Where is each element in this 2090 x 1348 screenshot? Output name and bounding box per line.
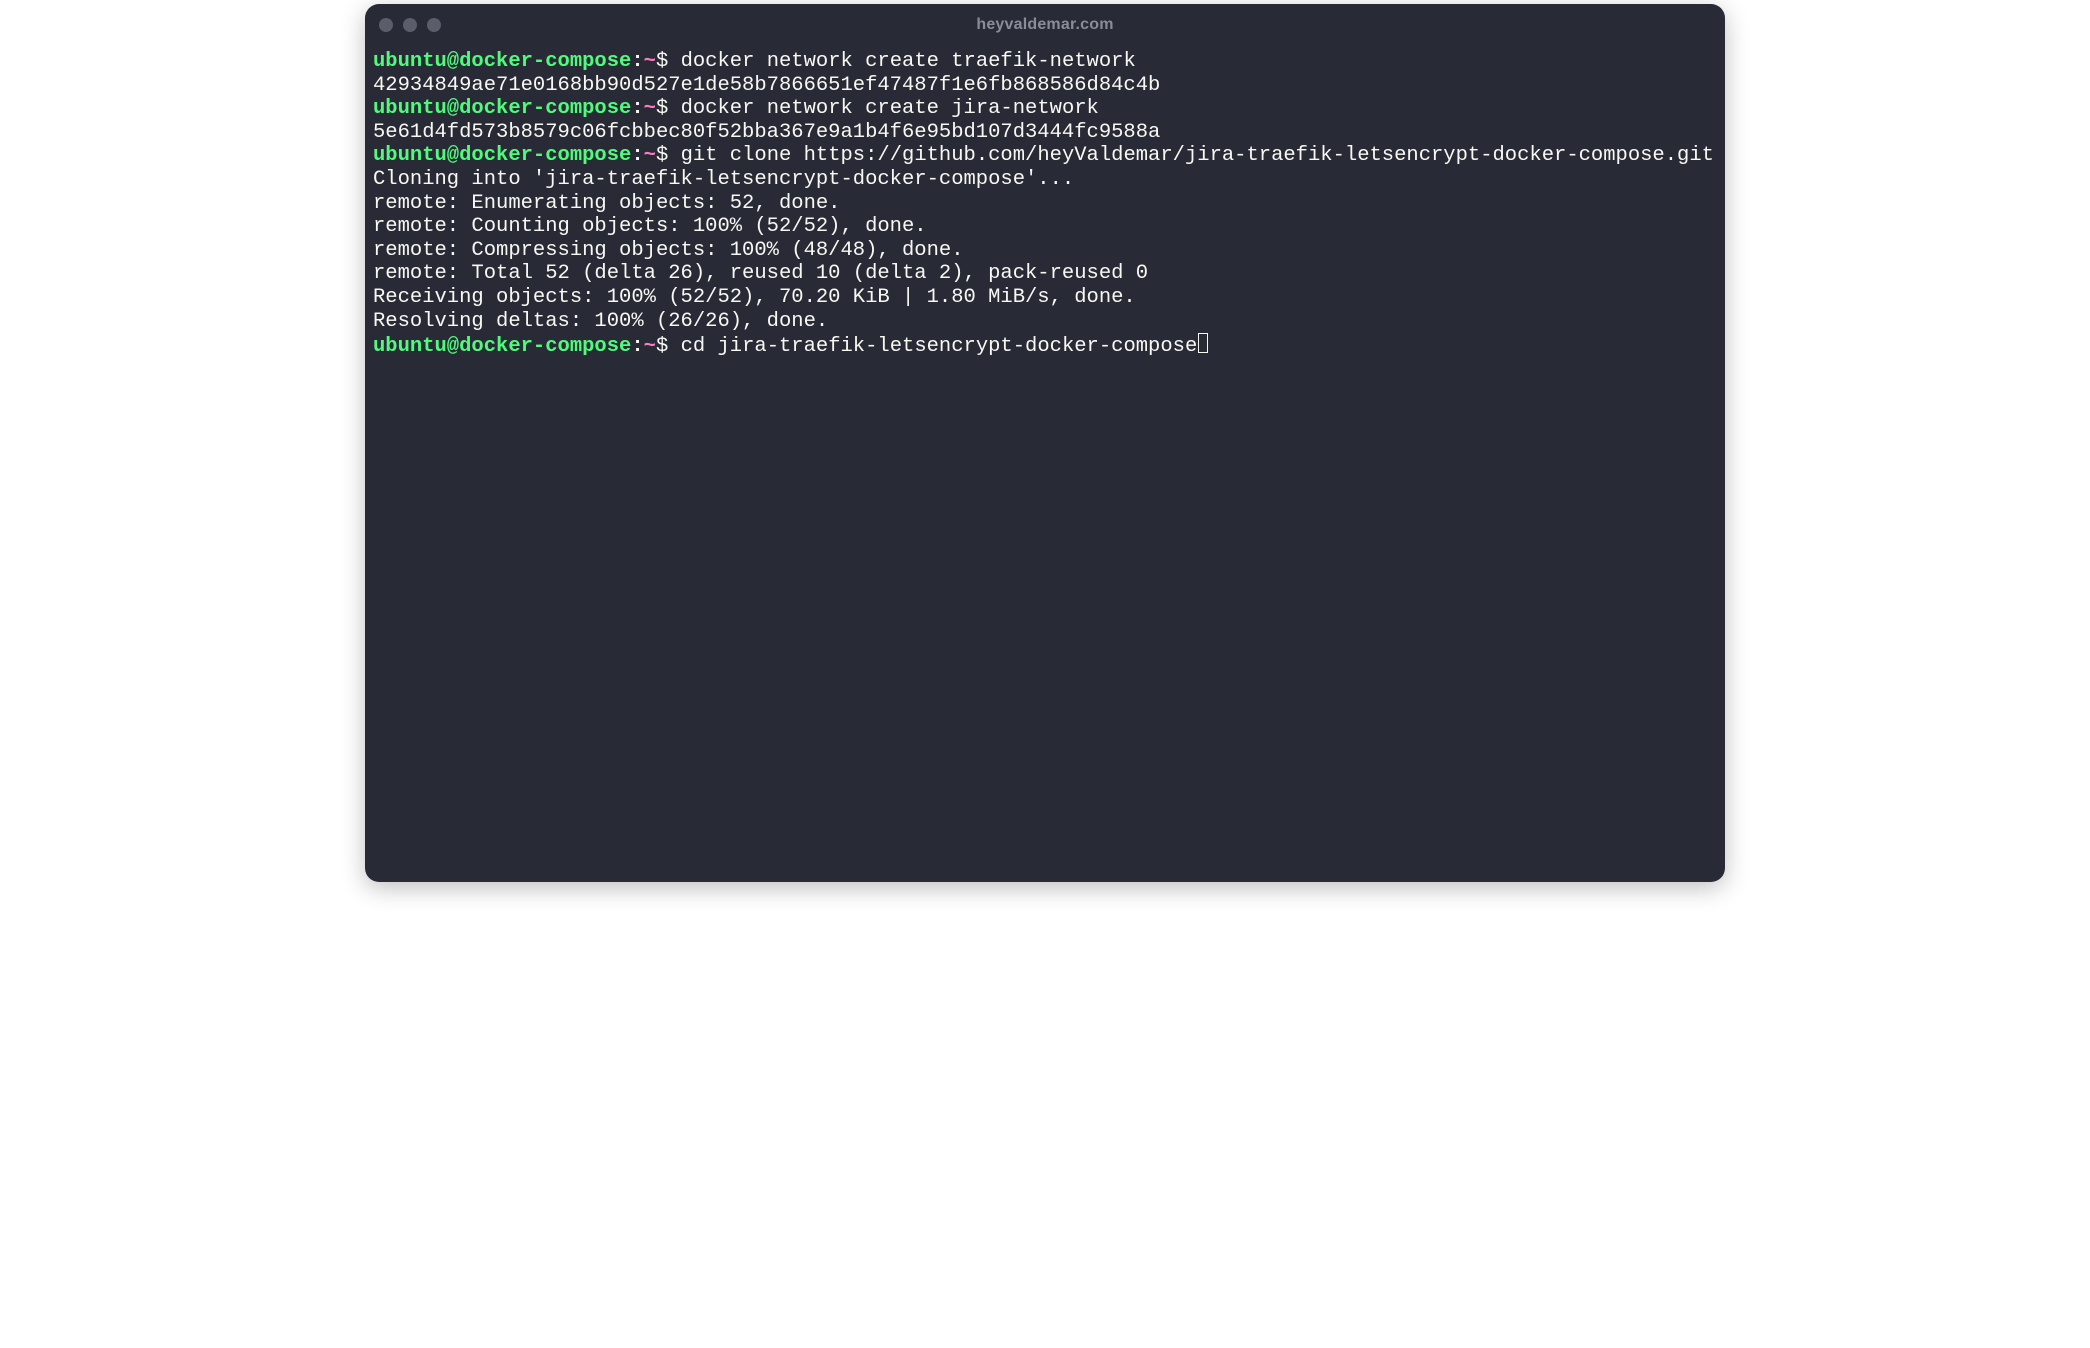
prompt-colon: : (631, 144, 643, 167)
titlebar: heyvaldemar.com (365, 4, 1725, 46)
terminal-window: heyvaldemar.com ubuntu@docker-compose:~$… (365, 4, 1725, 882)
terminal-line: 42934849ae71e0168bb90d527e1de58b7866651e… (373, 74, 1717, 98)
close-icon[interactable] (379, 18, 393, 32)
terminal-line: ubuntu@docker-compose:~$ docker network … (373, 97, 1717, 121)
output-text: remote: Counting objects: 100% (52/52), … (373, 215, 927, 238)
terminal-line: Receiving objects: 100% (52/52), 70.20 K… (373, 286, 1717, 310)
prompt-colon: : (631, 335, 643, 358)
prompt-cwd: ~ (644, 335, 656, 358)
window-title: heyvaldemar.com (365, 16, 1725, 34)
prompt-symbol: $ (656, 50, 681, 73)
prompt-cwd: ~ (644, 144, 656, 167)
terminal-body[interactable]: ubuntu@docker-compose:~$ docker network … (365, 46, 1725, 882)
prompt-user-host: ubuntu@docker-compose (373, 50, 631, 73)
terminal-line: ubuntu@docker-compose:~$ cd jira-traefik… (373, 333, 1717, 359)
output-text: Receiving objects: 100% (52/52), 70.20 K… (373, 286, 1136, 309)
prompt-user-host: ubuntu@docker-compose (373, 335, 631, 358)
output-text: remote: Total 52 (delta 26), reused 10 (… (373, 262, 1148, 285)
minimize-icon[interactable] (403, 18, 417, 32)
prompt-symbol: $ (656, 144, 681, 167)
terminal-line: ubuntu@docker-compose:~$ git clone https… (373, 144, 1717, 168)
prompt-symbol: $ (656, 97, 681, 120)
command-text: docker network create jira-network (681, 97, 1099, 120)
terminal-line: ubuntu@docker-compose:~$ docker network … (373, 50, 1717, 74)
terminal-line: Resolving deltas: 100% (26/26), done. (373, 310, 1717, 334)
terminal-line: 5e61d4fd573b8579c06fcbbec80f52bba367e9a1… (373, 121, 1717, 145)
output-text: 5e61d4fd573b8579c06fcbbec80f52bba367e9a1… (373, 121, 1160, 144)
cursor-icon (1198, 333, 1208, 353)
terminal-line: remote: Compressing objects: 100% (48/48… (373, 239, 1717, 263)
terminal-line: remote: Counting objects: 100% (52/52), … (373, 215, 1717, 239)
output-text: 42934849ae71e0168bb90d527e1de58b7866651e… (373, 74, 1160, 97)
prompt-user-host: ubuntu@docker-compose (373, 144, 631, 167)
prompt-user-host: ubuntu@docker-compose (373, 97, 631, 120)
terminal-line: Cloning into 'jira-traefik-letsencrypt-d… (373, 168, 1717, 192)
command-text: git clone https://github.com/heyValdemar… (681, 144, 1714, 167)
prompt-symbol: $ (656, 335, 681, 358)
output-text: remote: Compressing objects: 100% (48/48… (373, 239, 964, 262)
command-text: docker network create traefik-network (681, 50, 1136, 73)
prompt-colon: : (631, 50, 643, 73)
maximize-icon[interactable] (427, 18, 441, 32)
terminal-line: remote: Enumerating objects: 52, done. (373, 192, 1717, 216)
output-text: Resolving deltas: 100% (26/26), done. (373, 310, 828, 333)
command-text: cd jira-traefik-letsencrypt-docker-compo… (681, 335, 1198, 358)
output-text: remote: Enumerating objects: 52, done. (373, 192, 840, 215)
terminal-line: remote: Total 52 (delta 26), reused 10 (… (373, 262, 1717, 286)
window-controls (379, 18, 441, 32)
output-text: Cloning into 'jira-traefik-letsencrypt-d… (373, 168, 1074, 191)
prompt-cwd: ~ (644, 50, 656, 73)
prompt-cwd: ~ (644, 97, 656, 120)
prompt-colon: : (631, 97, 643, 120)
